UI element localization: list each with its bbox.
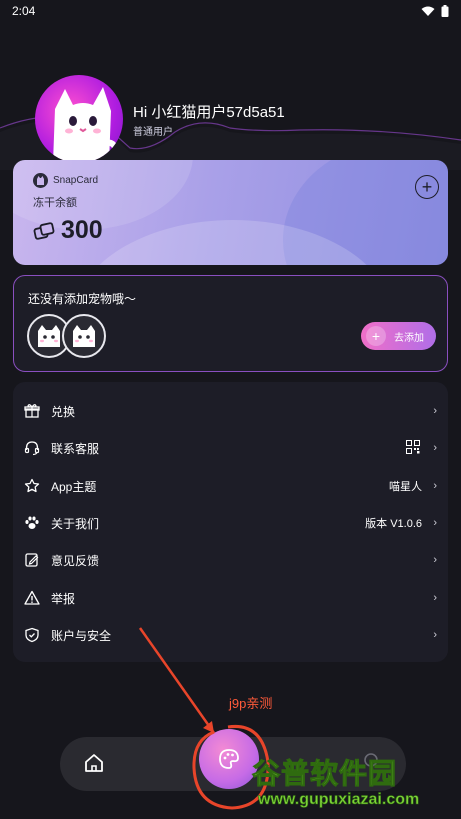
add-pet-button[interactable]: + 去添加 — [361, 322, 436, 350]
chevron-right-icon: › — [433, 480, 437, 492]
annotation-text: j9p亲测 — [229, 696, 273, 711]
snapcard-logo-icon — [33, 173, 48, 188]
nav-theme-button[interactable] — [199, 729, 259, 789]
menu-item-value: 版本 V1.0.6 — [365, 518, 422, 530]
settings-menu: 兑换 › 联系客服 › App主题 喵星人 › 关于我们 版本 V1.0.6 ›… — [13, 382, 448, 662]
add-balance-button[interactable]: + — [415, 175, 439, 199]
palette-icon — [219, 749, 239, 769]
warning-icon — [23, 589, 41, 607]
menu-item-account-security[interactable]: 账户与安全 › — [13, 617, 448, 653]
coin-stack-icon — [33, 221, 55, 240]
plus-icon: + — [366, 326, 386, 346]
snapcard-balance-card[interactable]: SnapCard 冻干余额 300 + — [13, 160, 448, 265]
menu-item-label: 联系客服 — [51, 441, 100, 456]
menu-item-label: 关于我们 — [51, 516, 100, 531]
shield-icon — [23, 626, 41, 644]
menu-item-redeem[interactable]: 兑换 › — [13, 393, 448, 429]
watermark-text: 谷普软件园 — [251, 758, 398, 790]
chevron-right-icon: › — [433, 442, 437, 454]
user-type-label: 普通用户 — [133, 127, 173, 138]
home-icon[interactable] — [82, 751, 106, 775]
profile-header: Hi 小红猫用户57d5a51 普通用户 — [0, 0, 461, 170]
menu-item-report[interactable]: 举报 › — [13, 580, 448, 616]
theme-icon — [23, 477, 41, 495]
balance-label: 冻干余额 — [33, 197, 77, 209]
chevron-right-icon: › — [433, 405, 437, 417]
cat-avatar-icon — [53, 87, 118, 163]
chevron-right-icon: › — [433, 517, 437, 529]
menu-item-customer-service[interactable]: 联系客服 › — [13, 430, 448, 466]
feedback-icon — [23, 551, 41, 569]
chevron-right-icon: › — [433, 592, 437, 604]
cat-face-icon — [38, 325, 60, 347]
pet-placeholder-avatar — [62, 314, 106, 358]
balance-row: 300 — [33, 216, 103, 245]
watermark-url: www.gupuxiazai.com — [258, 791, 420, 809]
menu-item-label: 意见反馈 — [51, 553, 100, 568]
qr-code-icon[interactable] — [406, 439, 420, 457]
menu-item-about-us[interactable]: 关于我们 版本 V1.0.6 › — [13, 505, 448, 541]
menu-item-label: 账户与安全 — [51, 628, 112, 643]
paw-icon — [23, 514, 41, 532]
chevron-right-icon: › — [433, 554, 437, 566]
snapcard-brand-name: SnapCard — [53, 175, 99, 186]
greeting-text: Hi 小红猫用户57d5a51 — [133, 104, 285, 121]
headset-icon — [23, 439, 41, 457]
watermark-logo: 谷普软件园 www.gupuxiazai.com — [251, 752, 457, 818]
menu-item-label: 举报 — [51, 591, 76, 606]
cat-face-icon — [73, 325, 95, 347]
gift-icon — [23, 402, 41, 420]
menu-item-value: 喵星人 — [389, 481, 422, 493]
add-pet-label: 去添加 — [394, 332, 424, 344]
chevron-right-icon: › — [433, 629, 437, 641]
snapcard-brand: SnapCard — [33, 173, 98, 188]
pet-empty-title: 还没有添加宠物哦～ — [28, 292, 137, 306]
menu-item-feedback[interactable]: 意见反馈 › — [13, 542, 448, 578]
pet-card: 还没有添加宠物哦～ + 去添加 — [13, 275, 448, 372]
menu-item-label: App主题 — [51, 479, 97, 494]
menu-item-app-theme[interactable]: App主题 喵星人 › — [13, 468, 448, 504]
balance-amount: 300 — [61, 216, 103, 244]
avatar[interactable] — [35, 75, 123, 163]
menu-item-label: 兑换 — [51, 404, 76, 419]
